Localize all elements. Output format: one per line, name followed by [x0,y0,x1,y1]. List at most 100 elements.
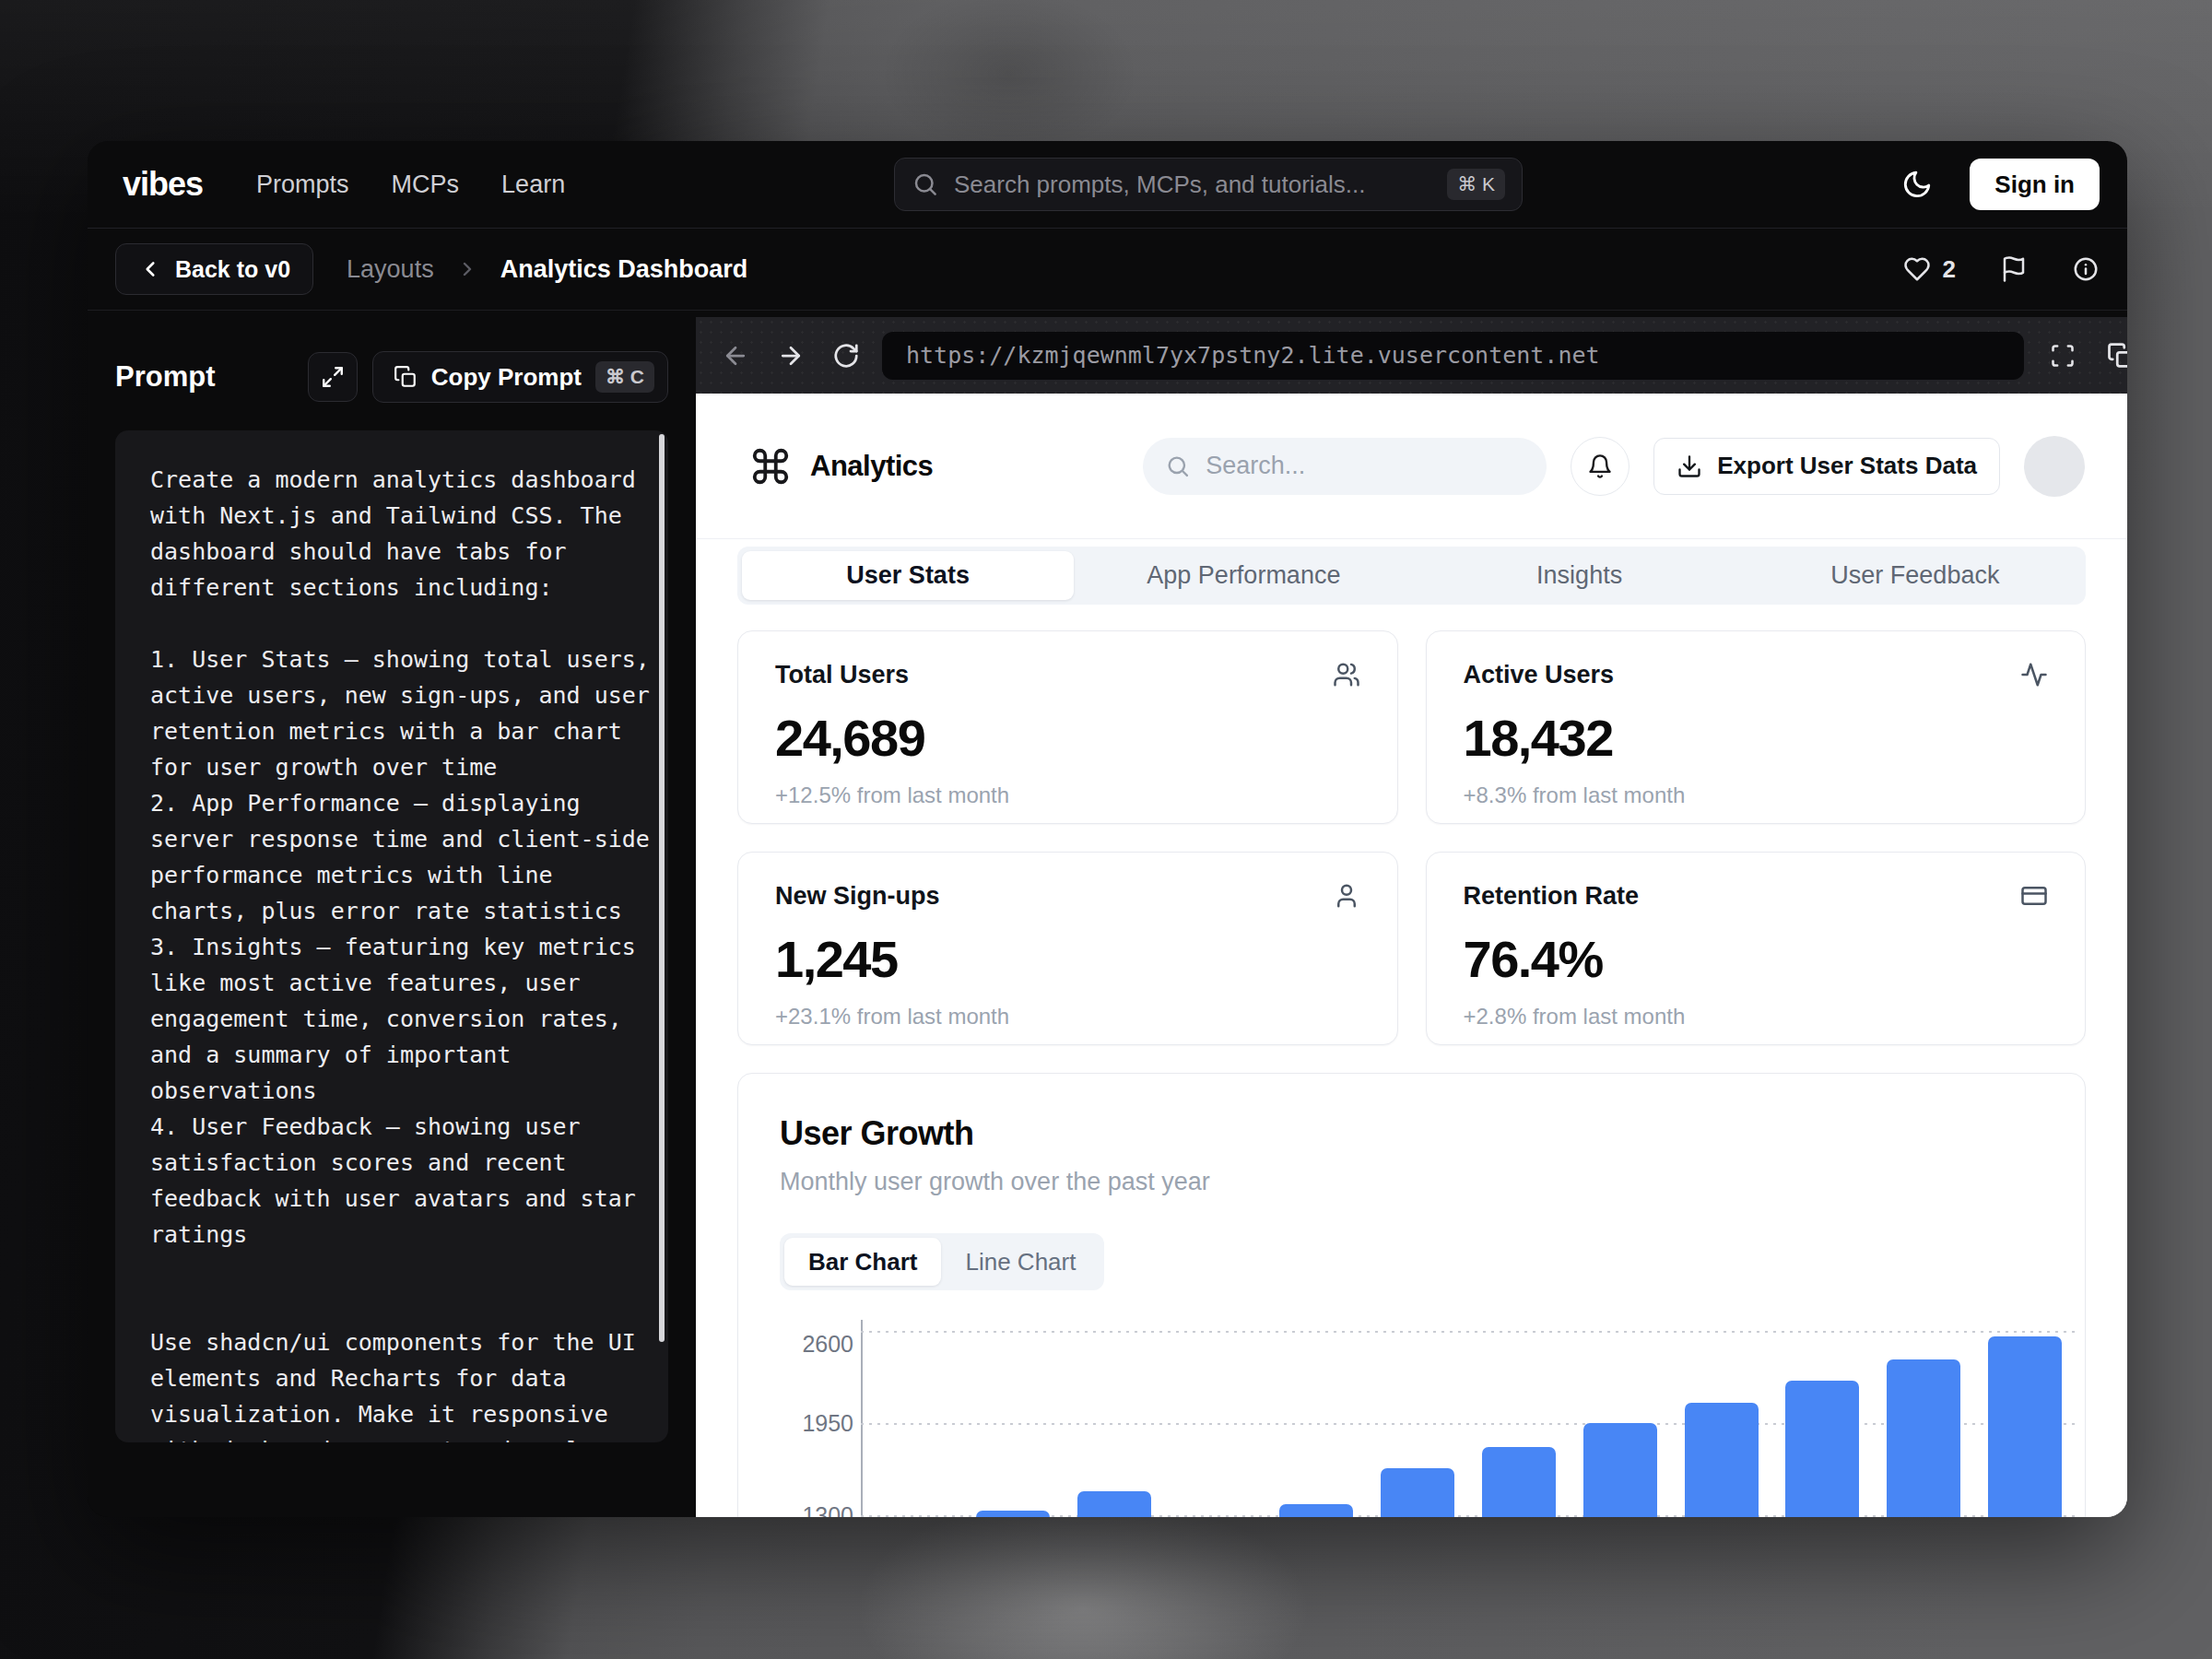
chart-y-axis-labels: 260019501300 [780,1331,861,1517]
fullscreen-button[interactable] [2050,343,2076,369]
main-split: Prompt Copy Prompt ⌘ C Create a modern a… [88,311,2127,1517]
chart-bar [1077,1491,1151,1517]
refresh-icon [832,342,860,370]
breadcrumb-bar: Back to v0 Layouts Analytics Dashboard 2 [88,229,2127,311]
breadcrumb-actions: 2 [1903,255,2100,284]
stat-delta: +2.8% from last month [1464,1004,2049,1030]
chart-bar [1785,1381,1859,1517]
tab-user-stats[interactable]: User Stats [742,551,1074,600]
nav-links: Prompts MCPs Learn [256,171,565,199]
like-button[interactable]: 2 [1903,255,1956,284]
browser-chrome-actions [2050,342,2127,370]
vibes-logo[interactable]: vibes [123,165,203,204]
stat-delta: +23.1% from last month [775,1004,1360,1030]
prompt-text-box[interactable]: Create a modern analytics dashboard with… [115,430,668,1442]
chart-gridline [861,1331,2076,1333]
prompt-panel-header: Prompt Copy Prompt ⌘ C [88,311,696,403]
copy-window-icon [2107,342,2127,370]
breadcrumb-current: Analytics Dashboard [500,255,748,284]
stat-label: New Sign-ups [775,882,940,911]
copy-prompt-label: Copy Prompt [431,363,582,392]
sign-in-button[interactable]: Sign in [1970,159,2100,210]
heart-icon [1903,255,1931,283]
toggle-bar-chart[interactable]: Bar Chart [784,1238,941,1286]
stat-delta: +12.5% from last month [775,782,1360,808]
prompt-panel: Prompt Copy Prompt ⌘ C Create a modern a… [88,311,696,1517]
chart-bar [1381,1468,1454,1517]
user-icon [1333,882,1360,910]
browser-back-button[interactable] [722,342,749,370]
stat-card-retention-rate: Retention Rate 76.4% +2.8% from last mon… [1426,852,2087,1045]
stat-value: 24,689 [775,708,1360,768]
expand-icon [321,365,345,389]
top-navbar: vibes Prompts MCPs Learn Search prompts,… [88,141,2127,229]
toggle-line-chart[interactable]: Line Chart [941,1238,1100,1286]
stats-grid: Total Users 24,689 +12.5% from last mont… [737,630,2086,1045]
nav-link-prompts[interactable]: Prompts [256,171,349,199]
theme-toggle-moon-icon[interactable] [1901,169,1933,200]
search-icon [1165,453,1191,479]
browser-chrome: https://kzmjqewnml7yx7pstny2.lite.vuserc… [696,311,2127,394]
info-icon [2072,255,2100,283]
browser-forward-button[interactable] [777,342,805,370]
preview-panel: https://kzmjqewnml7yx7pstny2.lite.vuserc… [696,311,2127,1517]
tab-user-feedback[interactable]: User Feedback [1749,551,2081,600]
vibes-app-window: vibes Prompts MCPs Learn Search prompts,… [88,141,2127,1517]
tab-insights[interactable]: Insights [1414,551,1746,600]
dashboard-header: Analytics Search... Export User Stats Da… [696,394,2127,539]
back-to-v0-button[interactable]: Back to v0 [115,243,313,295]
chart-tick-label: 2600 [802,1331,853,1358]
copy-shortcut-badge: ⌘ C [595,361,654,393]
growth-title: User Growth [780,1114,2076,1153]
flag-button[interactable] [2000,255,2028,283]
global-search-input[interactable]: Search prompts, MCPs, and tutorials... ⌘… [894,158,1523,211]
stat-card-total-users: Total Users 24,689 +12.5% from last mont… [737,630,1398,824]
user-growth-chart: 260019501300 [780,1331,2076,1517]
expand-button[interactable] [308,352,358,402]
nav-link-mcps[interactable]: MCPs [392,171,460,199]
chart-type-toggle: Bar Chart Line Chart [780,1233,1104,1290]
growth-chart-plot [861,1331,2076,1517]
users-icon [1333,661,1360,688]
bell-icon [1587,453,1613,479]
flag-icon [2000,255,2028,283]
activity-icon [2020,661,2048,688]
chart-tick-label: 1950 [802,1410,853,1437]
chevron-right-icon [456,258,478,280]
dashboard-content: User Stats App Performance Insights User… [696,539,2127,1517]
chart-y-axis-line [861,1320,863,1517]
credit-card-icon [2020,882,2048,910]
info-button[interactable] [2072,255,2100,283]
chart-bar [1988,1336,2062,1517]
breadcrumb: Layouts Analytics Dashboard [347,255,747,284]
copy-prompt-button[interactable]: Copy Prompt ⌘ C [372,351,668,403]
browser-refresh-button[interactable] [832,342,860,370]
desktop-background: vibes Prompts MCPs Learn Search prompts,… [0,0,2212,1659]
breadcrumb-section[interactable]: Layouts [347,255,434,284]
avatar[interactable] [2024,436,2085,497]
stat-value: 18,432 [1464,708,2049,768]
nav-link-learn[interactable]: Learn [501,171,565,199]
dashboard-search-input[interactable]: Search... [1143,438,1547,495]
search-icon [912,171,939,198]
like-count: 2 [1943,255,1956,284]
dashboard-search-placeholder: Search... [1206,452,1305,480]
nav-right-group: Sign in [1901,159,2100,210]
prompt-text: Create a modern analytics dashboard with… [150,462,668,1442]
notifications-button[interactable] [1571,437,1630,496]
tab-app-performance[interactable]: App Performance [1077,551,1409,600]
duplicate-button[interactable] [2107,342,2127,370]
dashboard-tabs: User Stats App Performance Insights User… [737,547,2086,605]
stat-value: 76.4% [1464,929,2049,989]
search-shortcut-badge: ⌘ K [1447,169,1505,200]
prompt-scrollbar[interactable] [659,434,665,1342]
search-placeholder: Search prompts, MCPs, and tutorials... [954,171,1432,199]
url-bar[interactable]: https://kzmjqewnml7yx7pstny2.lite.vuserc… [882,332,2024,380]
stat-card-new-signups: New Sign-ups 1,245 +23.1% from last mont… [737,852,1398,1045]
chevron-left-icon [138,257,162,281]
stat-label: Total Users [775,661,909,689]
download-icon [1677,453,1702,479]
export-user-stats-button[interactable]: Export User Stats Data [1653,438,2000,495]
dashboard-brand: Analytics [749,445,933,488]
chart-bar [976,1511,1050,1517]
